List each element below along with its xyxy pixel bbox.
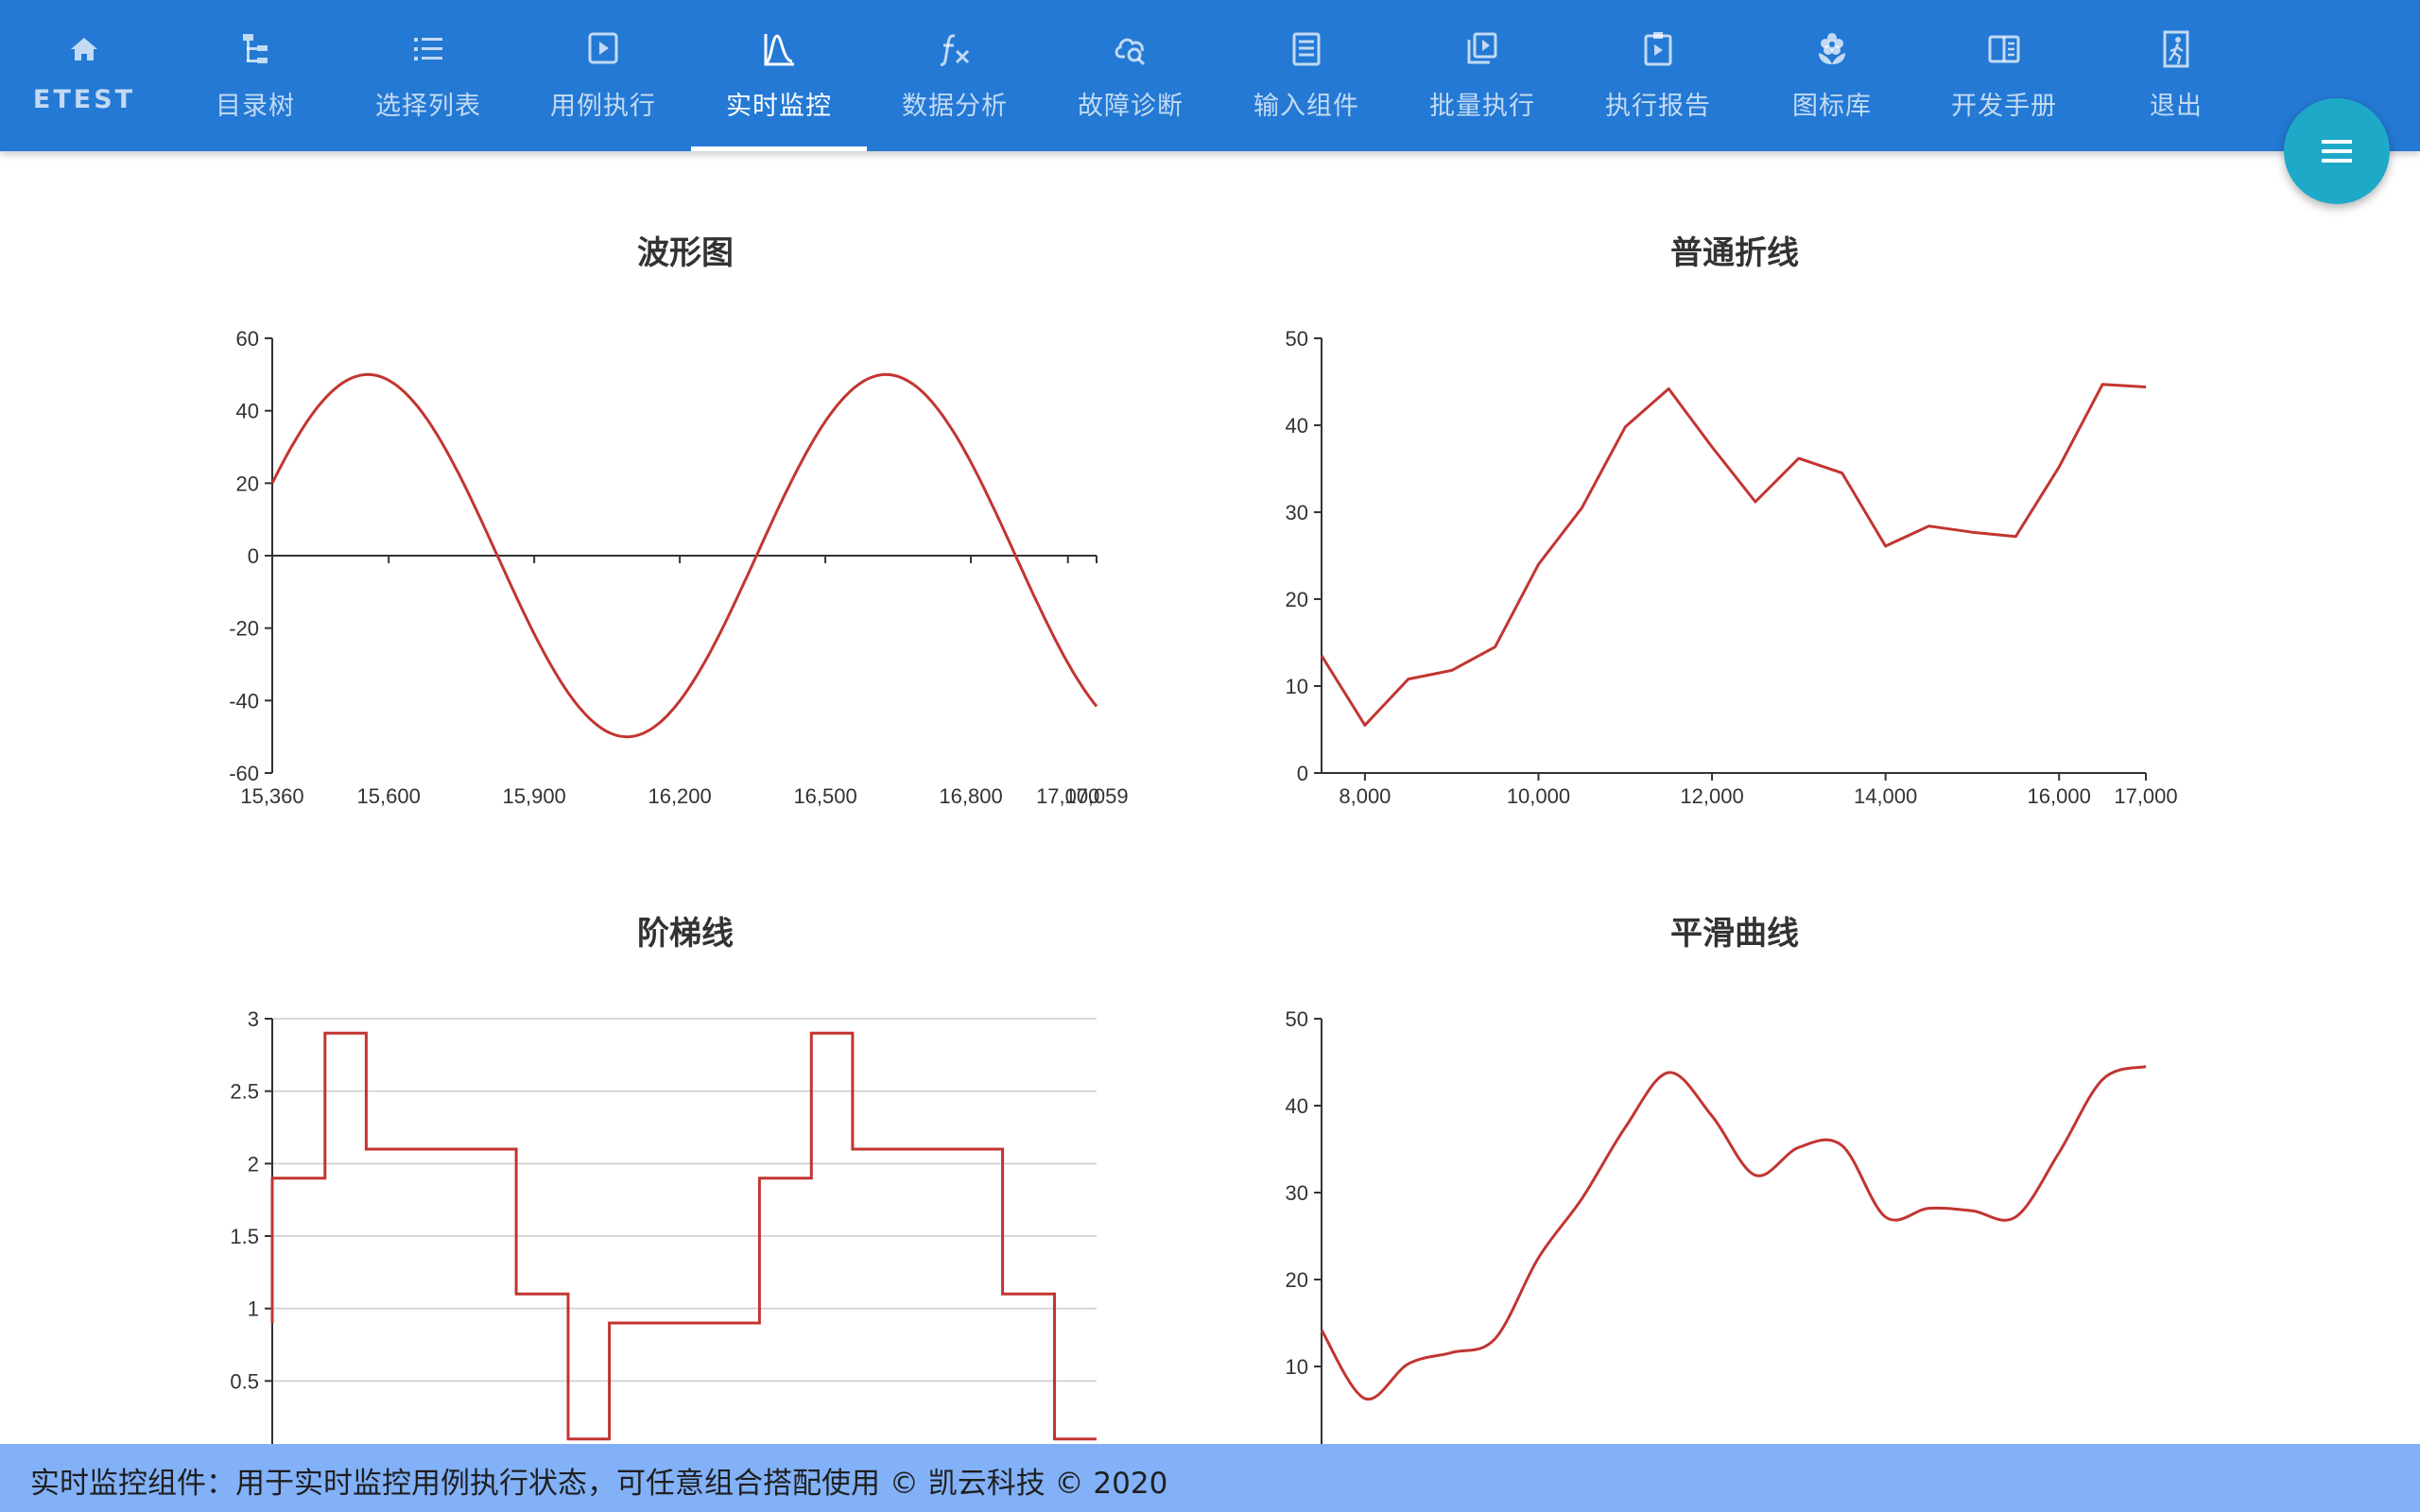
x-tick-label: 15,900: [503, 784, 566, 808]
y-tick-label: 1: [248, 1297, 259, 1321]
x-tick-label: 15,360: [240, 784, 303, 808]
y-tick-label: 40: [1286, 1094, 1308, 1118]
nav-label: 目录树: [216, 92, 295, 121]
list-icon: [409, 28, 447, 70]
nav-label: 输入组件: [1253, 92, 1359, 121]
smooth-panel: 平滑曲线 10 20 30 40 50: [1210, 898, 2259, 1444]
step-panel: 阶梯线 00.511.522.53: [161, 898, 1210, 1444]
x-tick-label: 8,000: [1339, 784, 1391, 808]
x-tick-label: 16,200: [648, 784, 711, 808]
y-tick-label: 30: [1286, 501, 1308, 524]
y-tick-label: -60: [229, 762, 259, 785]
copy-play-icon: [1463, 28, 1501, 70]
nav-label: 故障诊断: [1078, 92, 1184, 121]
footer-text: 实时监控组件：用于实时监控用例执行状态，可任意组合搭配使用 © 凯云科技 © 2…: [30, 1467, 1168, 1501]
function-icon: [936, 28, 974, 70]
waveform-panel: 波形图 60 40 20 0 -20 -40 -60 15,360 15,600 15,900 16…: [161, 217, 1210, 879]
x-tick-label: 14,000: [1854, 784, 1917, 808]
nav-item-case-execution[interactable]: 用例执行: [515, 0, 691, 151]
y-tick-label: -20: [229, 617, 259, 641]
nav-item-fault-diagnosis[interactable]: 故障诊断: [1043, 0, 1219, 151]
nav-label: 实时监控: [726, 92, 832, 121]
y-tick-label: 0.5: [230, 1369, 259, 1393]
x-tick-label: 17,059: [1064, 784, 1128, 808]
nav-item-data-analysis[interactable]: 数据分析: [867, 0, 1043, 151]
y-tick-label: 3: [248, 1007, 259, 1031]
y-tick-label: 0: [1297, 762, 1308, 785]
y-tick-label: 0: [248, 544, 259, 568]
exit-icon: [2157, 28, 2195, 70]
x-tick-label: 12,000: [1680, 784, 1743, 808]
y-tick-label: 50: [1286, 1007, 1308, 1031]
nav-label: 批量执行: [1429, 92, 1535, 121]
y-tick-label: 10: [1286, 1355, 1308, 1379]
y-tick-label: 30: [1286, 1181, 1308, 1205]
nav-label: 退出: [2150, 92, 2203, 121]
form-icon: [1288, 28, 1325, 70]
nav-item-execution-report[interactable]: 执行报告: [1570, 0, 1746, 151]
smooth-chart: 10 20 30 40 50: [1286, 1007, 2147, 1444]
y-tick-label: 2.5: [230, 1080, 259, 1104]
y-tick-label: 40: [1286, 414, 1308, 438]
nav-label: 图标库: [1792, 92, 1872, 121]
nav-item-exit[interactable]: 退出: [2088, 0, 2264, 151]
y-tick-label: 2: [248, 1152, 259, 1176]
menu-fab-button[interactable]: [2284, 98, 2390, 204]
nav-item-etest[interactable]: ETEST: [0, 0, 172, 151]
y-tick-label: 40: [236, 400, 259, 423]
waveform-chart: 60 40 20 0 -20 -40 -6015,360 15,600 15,900 16,200…: [229, 327, 1128, 808]
step-chart: 00.511.522.53: [230, 1007, 1097, 1444]
x-tick-label: 17,000: [2114, 784, 2177, 808]
y-tick-label: 1.5: [230, 1225, 259, 1248]
series-line: [1320, 383, 2147, 727]
line-chart: 0 10 20 30 40 50 8,000 10,000 12,000 14,000 16,000…: [1286, 327, 2178, 808]
nav-label: 选择列表: [375, 92, 481, 121]
x-tick-label: 16,500: [793, 784, 856, 808]
y-tick-label: -40: [229, 689, 259, 713]
nav-item-dev-manual[interactable]: 开发手册: [1916, 0, 2092, 151]
nav-label: ETEST: [32, 85, 136, 114]
nav-item-realtime-monitor[interactable]: 实时监控: [691, 0, 867, 151]
nav-label: 数据分析: [902, 92, 1008, 121]
footer-bar: 实时监控组件：用于实时监控用例执行状态，可任意组合搭配使用 © 凯云科技 © 2…: [0, 1444, 2420, 1512]
x-tick-label: 10,000: [1507, 784, 1570, 808]
home-icon: [65, 28, 103, 70]
line-panel: 普通折线 0 10 20 30 40 50 8,000 10,000 12,000 14,000 1…: [1210, 217, 2259, 879]
x-tick-label: 16,800: [939, 784, 1002, 808]
clipboard-play-icon: [1639, 28, 1677, 70]
nav-label: 用例执行: [550, 92, 656, 121]
nav-item-icon-library[interactable]: 图标库: [1744, 0, 1920, 151]
nav-label: 开发手册: [1951, 92, 2057, 121]
bell-curve-icon: [760, 28, 798, 70]
nav-item-directory-tree[interactable]: 目录树: [167, 0, 343, 151]
cloud-search-icon: [1112, 28, 1150, 70]
nav-item-input-components[interactable]: 输入组件: [1219, 0, 1394, 151]
y-tick-label: 60: [236, 327, 259, 351]
play-box-icon: [584, 28, 622, 70]
y-tick-label: 10: [1286, 675, 1308, 698]
y-tick-label: 20: [1286, 588, 1308, 611]
chart-title: 阶梯线: [637, 915, 734, 953]
chart-title: 波形图: [637, 234, 734, 272]
nav-label: 执行报告: [1605, 92, 1711, 121]
menu-icon: [2322, 140, 2352, 163]
nav-item-select-list[interactable]: 选择列表: [340, 0, 516, 151]
y-tick-label: 20: [236, 472, 259, 495]
series-line: [1320, 1065, 2147, 1401]
flower-icon: [1813, 28, 1851, 70]
y-tick-label: 50: [1286, 327, 1308, 351]
top-navigation-bar: ETEST 目录树 选择列表 用例执行 实时监控 数据分析 故障诊断 输入组件 …: [0, 0, 2420, 151]
chart-title: 平滑曲线: [1670, 915, 1799, 953]
x-tick-label: 15,600: [357, 784, 421, 808]
y-tick-label: 20: [1286, 1268, 1308, 1292]
x-tick-label: 16,000: [2028, 784, 2091, 808]
chart-title: 普通折线: [1670, 234, 1799, 272]
tree-icon: [236, 28, 274, 70]
book-icon: [1985, 28, 2023, 70]
nav-item-batch-execution[interactable]: 批量执行: [1394, 0, 1570, 151]
